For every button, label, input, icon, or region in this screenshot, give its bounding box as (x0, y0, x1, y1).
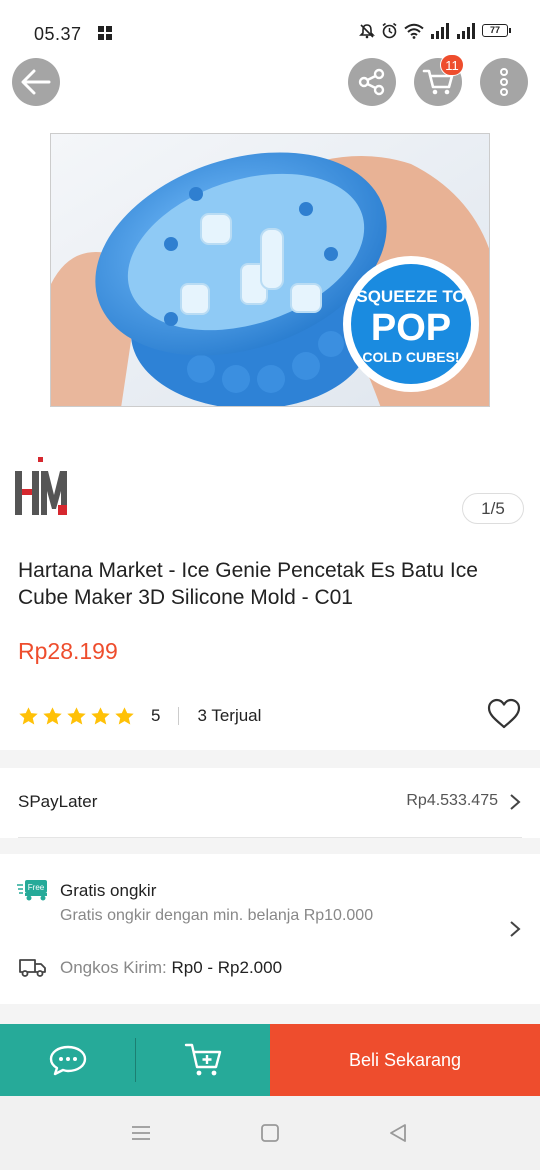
notifications-muted-icon (359, 23, 375, 38)
buy-now-button[interactable]: Beli Sekarang (270, 1024, 540, 1096)
wifi-icon (404, 23, 424, 39)
badge-line-3: COLD CUBES! (362, 349, 459, 365)
rating-value: 5 (151, 706, 161, 725)
badge-line-2: POP (371, 307, 451, 349)
star-rating (18, 706, 135, 727)
product-page: 05.37 77 SQUEEZE TO POP COLD CUBES! 11 1… (0, 0, 540, 1170)
status-bar: 05.37 77 (0, 0, 540, 60)
rating-row: 5 3 Terjual (18, 698, 522, 730)
share-button[interactable] (348, 58, 396, 106)
home-icon[interactable] (260, 1124, 280, 1142)
cart-button[interactable]: 11 (414, 54, 464, 106)
alarm-icon (382, 22, 397, 39)
store-logo[interactable] (13, 455, 69, 517)
status-time: 05.37 (34, 24, 82, 44)
add-to-cart-button[interactable] (135, 1024, 270, 1096)
product-title: Hartana Market - Ice Genie Pencetak Es B… (18, 559, 478, 609)
star-icon (91, 706, 110, 724)
chat-icon (49, 1045, 86, 1076)
star-icon (43, 706, 62, 724)
share-icon (358, 68, 385, 96)
divider (178, 707, 180, 725)
sold-count: 3 Terjual (197, 706, 262, 725)
star-icon (115, 706, 134, 724)
badge-line-1: SQUEEZE TO (356, 287, 465, 306)
app-notification-icon (98, 26, 112, 40)
star-icon (19, 706, 38, 724)
spaylater-row[interactable]: SPayLater Rp4.533.475 (0, 768, 540, 838)
shipping-cost: Ongkos Kirim: Rp0 - Rp2.000 (60, 958, 282, 978)
shipping-info[interactable]: Free Gratis ongkir Gratis ongkir dengan … (0, 854, 540, 1004)
more-vertical-icon (500, 68, 508, 96)
status-icons: 77 (359, 22, 511, 39)
star-icon (67, 706, 86, 724)
spaylater-amount: Rp4.533.475 (406, 792, 498, 809)
bottom-action-bar: Beli Sekarang (0, 1024, 540, 1096)
back-arrow-icon (21, 69, 51, 95)
shipping-cost-label: Ongkos Kirim: (60, 958, 167, 977)
free-shipping-condition: Gratis ongkir dengan min. belanja Rp10.0… (60, 907, 374, 924)
add-to-cart-icon (184, 1043, 221, 1076)
favorite-heart-icon[interactable] (486, 698, 522, 730)
recent-apps-icon[interactable] (131, 1124, 151, 1142)
free-shipping-icon: Free (17, 880, 47, 901)
back-nav-icon[interactable] (388, 1124, 408, 1142)
store-logo-image (15, 457, 67, 515)
spaylater-label: SPayLater (18, 792, 98, 811)
shipping-cost-value: Rp0 - Rp2.000 (171, 958, 283, 977)
signal-icon (431, 22, 449, 39)
section-divider (0, 838, 540, 854)
more-options-button[interactable] (480, 58, 528, 106)
section-divider (0, 1004, 540, 1024)
signal-icon (457, 22, 475, 39)
product-price: Rp28.199 (18, 638, 118, 664)
product-photo: SQUEEZE TO POP COLD CUBES! (51, 134, 489, 406)
section-divider (0, 750, 540, 768)
back-button[interactable] (12, 58, 60, 106)
cart-count-badge: 11 (440, 54, 464, 76)
product-image[interactable]: SQUEEZE TO POP COLD CUBES! (50, 133, 490, 407)
truck-icon (19, 959, 46, 977)
battery-icon: 77 (482, 24, 511, 37)
image-counter: 1/5 (462, 493, 524, 524)
chevron-right-icon (510, 794, 521, 810)
free-badge-text: Free (28, 883, 45, 892)
chevron-right-icon (510, 921, 521, 937)
free-shipping-title: Gratis ongkir (60, 881, 157, 900)
system-navigation-bar (0, 1096, 540, 1170)
chat-button[interactable] (0, 1024, 135, 1096)
